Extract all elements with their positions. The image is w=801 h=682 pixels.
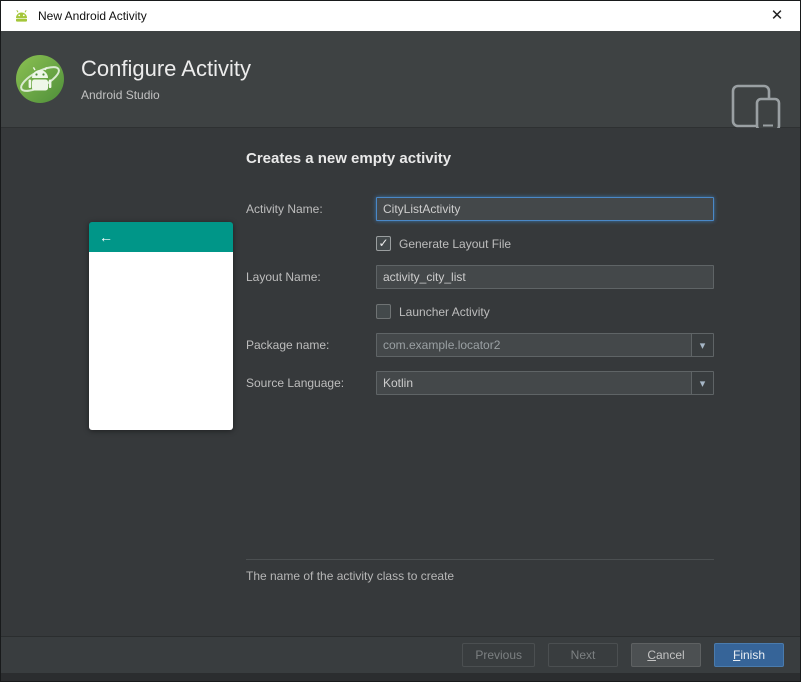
generate-layout-checkbox[interactable]: ✓ <box>376 236 391 251</box>
previous-button[interactable]: Previous <box>462 643 535 667</box>
wizard-subtitle: Android Studio <box>81 88 160 102</box>
window-title: New Android Activity <box>38 9 147 23</box>
package-name-value[interactable]: com.example.locator2 <box>377 334 691 356</box>
hint-separator <box>246 559 714 560</box>
source-language-dropdown[interactable]: Kotlin ▾ <box>376 371 714 395</box>
hint-text: The name of the activity class to create <box>246 569 455 583</box>
generate-layout-row: ✓ Generate Layout File <box>376 236 714 251</box>
launcher-activity-row: ✓ Launcher Activity <box>376 304 714 319</box>
new-android-activity-dialog: New Android Activity ✕ Configure Activit… <box>0 0 801 682</box>
wizard-content: ← Creates a new empty activity Activity … <box>1 128 800 636</box>
activity-name-input[interactable] <box>376 197 714 221</box>
window-bottom-strip <box>1 673 800 681</box>
activity-preview-appbar: ← <box>89 222 233 252</box>
layout-name-label: Layout Name: <box>246 270 321 284</box>
check-icon: ✓ <box>378 235 389 250</box>
source-language-row: Source Language: Kotlin ▾ <box>246 371 714 395</box>
activity-preview: ← <box>89 222 233 430</box>
chevron-down-icon[interactable]: ▾ <box>691 372 713 394</box>
layout-name-input[interactable] <box>376 265 714 289</box>
source-language-label: Source Language: <box>246 376 345 390</box>
back-arrow-icon: ← <box>99 229 113 245</box>
configure-form: Creates a new empty activity Activity Na… <box>246 128 714 583</box>
activity-preview-body <box>89 252 233 430</box>
launcher-activity-label[interactable]: Launcher Activity <box>399 305 490 319</box>
wizard-header: Configure Activity Android Studio <box>1 31 800 132</box>
package-name-combobox[interactable]: com.example.locator2 ▾ <box>376 333 714 357</box>
android-studio-logo <box>15 54 65 104</box>
next-button[interactable]: Next <box>548 643 618 667</box>
package-name-row: Package name: com.example.locator2 ▾ <box>246 333 714 357</box>
source-language-value[interactable]: Kotlin <box>377 372 691 394</box>
title-bar: New Android Activity ✕ <box>1 1 800 31</box>
chevron-down-icon[interactable]: ▾ <box>691 334 713 356</box>
activity-name-label: Activity Name: <box>246 202 323 216</box>
wizard-title: Configure Activity <box>81 56 251 81</box>
android-icon <box>13 9 30 23</box>
cancel-button[interactable]: Cancel <box>631 643 701 667</box>
layout-name-row: Layout Name: <box>246 265 714 289</box>
button-bar: Previous Next Cancel Finish <box>1 636 800 673</box>
close-icon[interactable]: ✕ <box>766 5 788 27</box>
generate-layout-label[interactable]: Generate Layout File <box>399 237 511 251</box>
form-heading: Creates a new empty activity <box>246 150 452 167</box>
launcher-activity-checkbox[interactable]: ✓ <box>376 304 391 319</box>
activity-name-row: Activity Name: <box>246 197 714 221</box>
package-name-label: Package name: <box>246 338 330 352</box>
finish-button[interactable]: Finish <box>714 643 784 667</box>
